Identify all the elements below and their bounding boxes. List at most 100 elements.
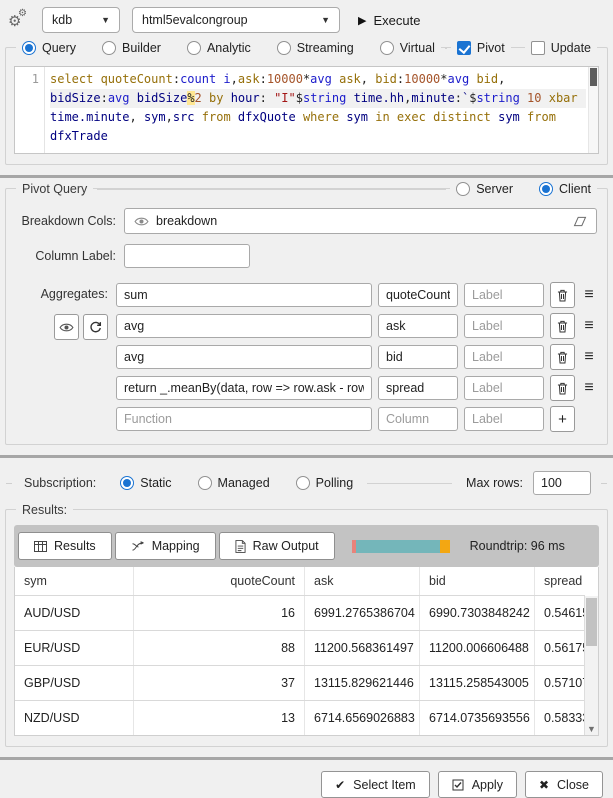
new-column-input[interactable] <box>378 407 458 431</box>
column-header-spread[interactable]: spread <box>535 567 586 596</box>
table-header-row: symquoteCountaskbidspread <box>15 567 585 596</box>
aggregate-label-input[interactable] <box>464 314 544 338</box>
check-icon: ✔ <box>335 778 345 792</box>
breakdown-label: Breakdown Cols: <box>16 214 124 228</box>
aggregate-column-input[interactable] <box>378 314 458 338</box>
breakdown-input[interactable]: breakdown <box>124 208 597 234</box>
delete-aggregate-button[interactable] <box>550 375 575 401</box>
table-row[interactable]: AUD/USD166991.27653867046990.73038482420… <box>15 596 585 631</box>
table-scrollbar[interactable]: ▼ <box>584 596 598 735</box>
pivot-query-legend: Pivot Query ServerClient <box>16 180 597 198</box>
aggregate-column-input[interactable] <box>378 283 458 307</box>
update-checkbox[interactable]: Update <box>531 41 591 55</box>
query-type-analytic[interactable]: Analytic <box>187 41 251 55</box>
editor-scrollbar[interactable] <box>588 67 598 153</box>
aggregates-left: Aggregates: <box>16 282 116 432</box>
roundtrip-progress-bar <box>352 540 450 553</box>
subscription-mode-static[interactable]: Static <box>120 476 171 490</box>
close-button[interactable]: ✖ Close <box>525 771 603 798</box>
aggregate-function-input[interactable] <box>116 283 372 307</box>
query-type-builder[interactable]: Builder <box>102 41 161 55</box>
aggregate-label-input[interactable] <box>464 345 544 369</box>
trash-icon <box>557 351 568 364</box>
column-header-ask[interactable]: ask <box>305 567 420 596</box>
select-item-button[interactable]: ✔ Select Item <box>321 771 430 798</box>
tab-mapping[interactable]: Mapping <box>115 532 216 560</box>
tab-raw-output[interactable]: Raw Output <box>219 532 335 560</box>
divider-line <box>367 483 452 484</box>
delete-aggregate-button[interactable] <box>550 313 575 339</box>
aggregate-column-input[interactable] <box>378 345 458 369</box>
chevron-down-icon: ▼ <box>321 15 330 25</box>
delete-aggregate-button[interactable] <box>550 344 575 370</box>
table-cell: 13 <box>134 701 305 736</box>
radio-label: Builder <box>122 41 161 55</box>
aggregate-function-input[interactable] <box>116 345 372 369</box>
scroll-down-arrow-icon[interactable]: ▼ <box>585 724 598 734</box>
aggregate-label-input[interactable] <box>464 283 544 307</box>
radio-unselected-icon <box>187 41 201 55</box>
query-type-radios: Query Builder Analytic Streaming Virtual <box>16 39 441 57</box>
aggregate-function-input[interactable] <box>116 376 372 400</box>
radio-unselected-icon <box>456 182 470 196</box>
radio-label: Streaming <box>297 41 354 55</box>
table-cell: 0.5833333333333 <box>535 701 586 736</box>
editor-scrollbar-thumb[interactable] <box>590 68 597 86</box>
aggregate-label-input[interactable] <box>464 376 544 400</box>
table-cell: GBP/USD <box>15 666 134 701</box>
trash-icon <box>557 320 568 333</box>
refresh-aggregates-button[interactable] <box>83 314 108 340</box>
column-header-quotecount[interactable]: quoteCount <box>134 567 305 596</box>
pivot-mode-client[interactable]: Client <box>539 182 591 196</box>
subscription-mode-managed[interactable]: Managed <box>198 476 270 490</box>
query-group-select[interactable]: html5evalcongroup ▼ <box>132 7 340 33</box>
table-cell: AUD/USD <box>15 596 134 631</box>
drag-handle-icon[interactable]: ≡ <box>581 286 597 304</box>
aggregate-column-input[interactable] <box>378 376 458 400</box>
table-row[interactable]: GBP/USD3713115.82962144613115.2585430050… <box>15 666 585 701</box>
tab-results[interactable]: Results <box>18 532 112 560</box>
pivot-checkbox[interactable]: Pivot <box>457 41 505 55</box>
add-aggregate-button[interactable]: + <box>550 406 575 432</box>
table-scrollbar-thumb[interactable] <box>586 598 597 646</box>
table-row[interactable]: NZD/USD136714.65690268836714.07356935560… <box>15 701 585 736</box>
query-type-streaming[interactable]: Streaming <box>277 41 354 55</box>
column-header-sym[interactable]: sym <box>15 567 134 596</box>
radio-label: Virtual <box>400 41 435 55</box>
query-type-virtual[interactable]: Virtual <box>380 41 435 55</box>
radio-unselected-icon <box>102 41 116 55</box>
new-label-input[interactable] <box>464 407 544 431</box>
connection-select[interactable]: kdb ▼ <box>42 7 120 33</box>
preview-aggregates-button[interactable] <box>54 314 79 340</box>
progress-segment <box>440 540 450 553</box>
code-line: bidSize:avg bidSize%2 by hour: "I"$strin… <box>50 89 586 108</box>
table-cell: 0.5617550096961 <box>535 631 586 666</box>
settings-gears-icon[interactable]: ⚙⚙ <box>8 9 30 31</box>
close-icon: ✖ <box>539 778 549 792</box>
editor-code: select quoteCount:count i,ask:10000*avg … <box>45 67 598 153</box>
eye-icon <box>134 216 149 227</box>
drag-handle-icon[interactable]: ≡ <box>581 317 597 335</box>
pivot-mode-server[interactable]: Server <box>456 182 513 196</box>
drag-handle-icon[interactable]: ≡ <box>581 379 597 397</box>
query-code-editor[interactable]: 1 select quoteCount:count i,ask:10000*av… <box>14 66 599 154</box>
max-rows-input[interactable] <box>533 471 591 495</box>
clear-breakdown-icon[interactable] <box>573 216 587 227</box>
execute-button[interactable]: ▶ Execute <box>358 13 420 28</box>
table-cell: 6714.0735693556 <box>420 701 535 736</box>
subscription-mode-polling[interactable]: Polling <box>296 476 354 490</box>
table-row[interactable]: EUR/USD8811200.56836149711200.0066064880… <box>15 631 585 666</box>
aggregate-function-input[interactable] <box>116 314 372 338</box>
radio-label: Server <box>476 182 513 196</box>
column-header-bid[interactable]: bid <box>420 567 535 596</box>
new-function-input[interactable] <box>116 407 372 431</box>
radio-selected-icon <box>120 476 134 490</box>
delete-aggregate-button[interactable] <box>550 282 575 308</box>
results-table-container: symquoteCountaskbidspread AUD/USD166991.… <box>14 567 599 736</box>
query-type-query[interactable]: Query <box>22 41 76 55</box>
column-label-input[interactable] <box>124 244 250 268</box>
progress-segment <box>356 540 440 553</box>
table-cell: 37 <box>134 666 305 701</box>
drag-handle-icon[interactable]: ≡ <box>581 348 597 366</box>
apply-button[interactable]: Apply <box>438 771 517 798</box>
